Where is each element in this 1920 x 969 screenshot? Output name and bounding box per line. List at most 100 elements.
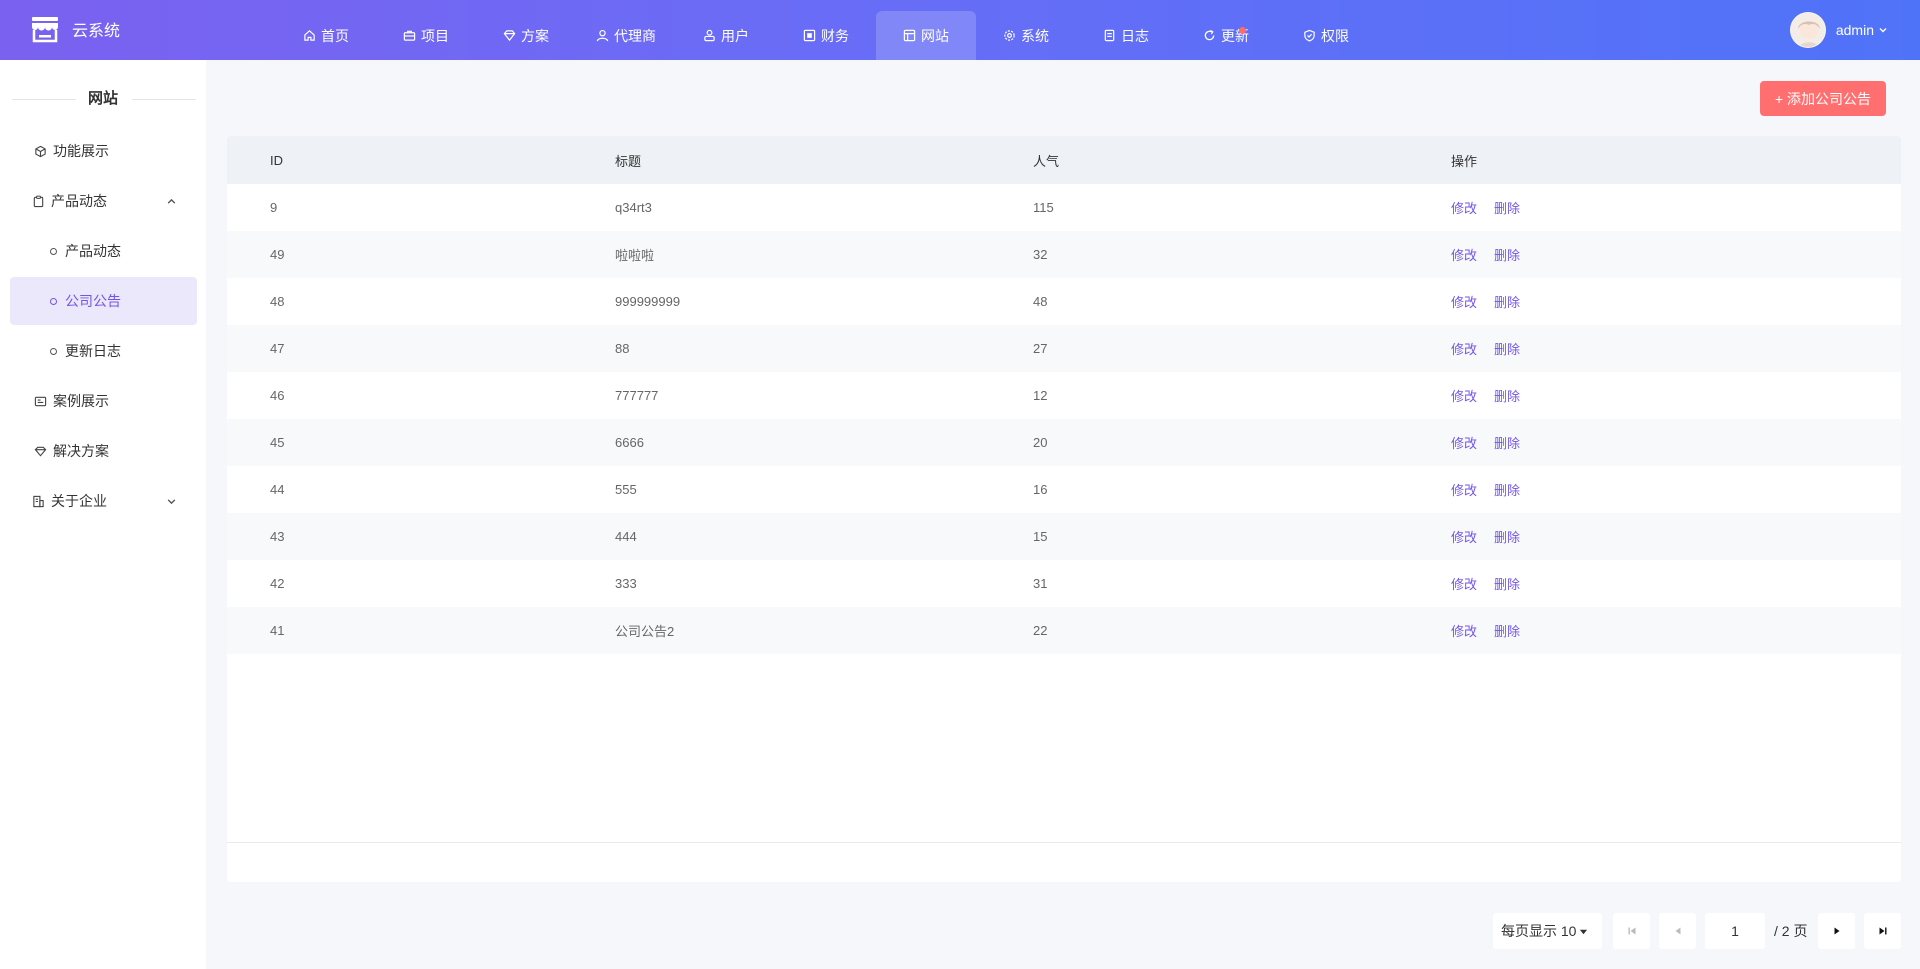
cell-views: 12 [1033, 388, 1048, 403]
cell-views: 31 [1033, 576, 1048, 591]
cell-actions: 修改 删除 [1451, 292, 1751, 311]
cell-actions: 修改 删除 [1451, 245, 1751, 264]
cell-id: 49 [270, 247, 285, 262]
update-badge [1239, 27, 1246, 34]
edit-link[interactable]: 修改 [1451, 295, 1477, 310]
sidebar-item-product-news-group[interactable]: 产品动态 [10, 177, 197, 225]
prev-page-button[interactable] [1659, 913, 1696, 949]
delete-link[interactable]: 删除 [1494, 483, 1520, 498]
cell-title: q34rt3 [615, 200, 652, 215]
refresh-icon [1204, 29, 1215, 41]
cell-views: 27 [1033, 341, 1048, 356]
table-row: 9 q34rt3 115 修改 删除 [227, 184, 1901, 231]
nav-system[interactable]: 系统 [976, 11, 1076, 60]
cell-views: 16 [1033, 482, 1048, 497]
user-menu[interactable]: admin [1789, 12, 1888, 48]
gear-icon [1004, 30, 1015, 41]
cell-id: 43 [270, 529, 285, 544]
first-page-button[interactable] [1613, 913, 1650, 949]
cell-views: 115 [1033, 200, 1054, 215]
delete-link[interactable]: 删除 [1494, 201, 1520, 216]
add-company-notice-button[interactable]: + 添加公司公告 [1760, 81, 1886, 116]
bullet-icon [50, 247, 57, 255]
nav-logs[interactable]: 日志 [1076, 11, 1176, 60]
edit-link[interactable]: 修改 [1451, 248, 1477, 263]
table-header: ID 标题 人气 操作 [227, 136, 1901, 184]
edit-link[interactable]: 修改 [1451, 577, 1477, 592]
diamond-icon [503, 30, 516, 42]
next-page-icon [1834, 927, 1839, 935]
nav-home[interactable]: 首页 [276, 11, 376, 60]
delete-link[interactable]: 删除 [1494, 248, 1520, 263]
delete-link[interactable]: 删除 [1494, 530, 1520, 545]
edit-link[interactable]: 修改 [1451, 483, 1477, 498]
bullet-icon [50, 297, 57, 305]
sidebar-item-company-notice[interactable]: 公司公告 [10, 277, 197, 325]
prev-page-icon [1675, 927, 1680, 935]
table-row: 42 333 31 修改 删除 [227, 560, 1901, 607]
cell-actions: 修改 删除 [1451, 339, 1751, 358]
sidebar-item-features[interactable]: 功能展示 [10, 127, 197, 175]
nav-updates[interactable]: 更新 [1176, 11, 1276, 60]
nav-permissions[interactable]: 权限 [1276, 11, 1376, 60]
delete-link[interactable]: 删除 [1494, 389, 1520, 404]
delete-link[interactable]: 删除 [1494, 436, 1520, 451]
edit-link[interactable]: 修改 [1451, 624, 1477, 639]
sidebar-item-cases[interactable]: 案例展示 [10, 377, 197, 425]
table-row: 48 999999999 48 修改 删除 [227, 278, 1901, 325]
last-page-button[interactable] [1864, 913, 1901, 949]
chevron-up-icon [167, 198, 176, 204]
sidebar-item-product-news[interactable]: 产品动态 [10, 227, 197, 275]
edit-link[interactable]: 修改 [1451, 389, 1477, 404]
page-size-select[interactable]: 每页显示 10 [1493, 913, 1602, 949]
cell-title: 啦啦啦 [615, 248, 655, 263]
log-icon [1104, 29, 1115, 42]
delete-link[interactable]: 删除 [1494, 624, 1520, 639]
nav-projects[interactable]: 项目 [376, 11, 476, 60]
nav-website[interactable]: 网站 [876, 11, 976, 60]
table-body: 9 q34rt3 115 修改 删除 49 啦啦啦 32 修改 删除 48 999999999 48 修改… [227, 184, 1901, 654]
user-name: admin [1835, 22, 1874, 38]
edit-link[interactable]: 修改 [1451, 201, 1477, 216]
user-tie-icon [596, 29, 609, 42]
avatar [1789, 12, 1826, 48]
cell-views: 20 [1033, 435, 1048, 450]
cell-views: 22 [1033, 623, 1048, 638]
nav-agents[interactable]: 代理商 [576, 11, 676, 60]
cell-title: 999999999 [615, 294, 681, 309]
sidebar: 网站 功能展示 产品动态 产品动态 公司公告 更新日志 案例展示 解决方案 关于… [0, 60, 206, 969]
cell-id: 48 [270, 294, 285, 309]
table-row: 49 啦啦啦 32 修改 删除 [227, 231, 1901, 278]
logo[interactable]: 云系统 [30, 14, 120, 44]
cell-id: 46 [270, 388, 285, 403]
cell-title: 777777 [615, 388, 659, 403]
delete-link[interactable]: 删除 [1494, 577, 1520, 592]
table-footer [227, 842, 1901, 882]
edit-link[interactable]: 修改 [1451, 436, 1477, 451]
delete-link[interactable]: 删除 [1494, 295, 1520, 310]
cell-views: 15 [1033, 529, 1048, 544]
page-number-input[interactable] [1705, 913, 1765, 949]
table-row: 43 444 15 修改 删除 [227, 513, 1901, 560]
sidebar-item-solutions[interactable]: 解决方案 [10, 427, 197, 475]
edit-link[interactable]: 修改 [1451, 342, 1477, 357]
cell-actions: 修改 删除 [1451, 386, 1751, 405]
home-icon [304, 30, 315, 41]
nav-finance[interactable]: 财务 [776, 11, 876, 60]
cell-id: 44 [270, 482, 285, 497]
nav-solutions[interactable]: 方案 [476, 11, 576, 60]
sidebar-item-about[interactable]: 关于企业 [10, 477, 197, 525]
sidebar-item-changelog[interactable]: 更新日志 [10, 327, 197, 375]
delete-link[interactable]: 删除 [1494, 342, 1520, 357]
cell-actions: 修改 删除 [1451, 433, 1751, 452]
edit-link[interactable]: 修改 [1451, 530, 1477, 545]
image-frame-icon [34, 396, 47, 406]
cell-id: 42 [270, 576, 285, 591]
header-id: ID [270, 152, 283, 168]
next-page-button[interactable] [1818, 913, 1855, 949]
clipboard-icon [33, 195, 44, 207]
header-views: 人气 [1033, 153, 1060, 169]
cell-id: 47 [270, 341, 285, 356]
nav-users[interactable]: 用户 [676, 11, 776, 60]
cell-actions: 修改 删除 [1451, 480, 1751, 499]
